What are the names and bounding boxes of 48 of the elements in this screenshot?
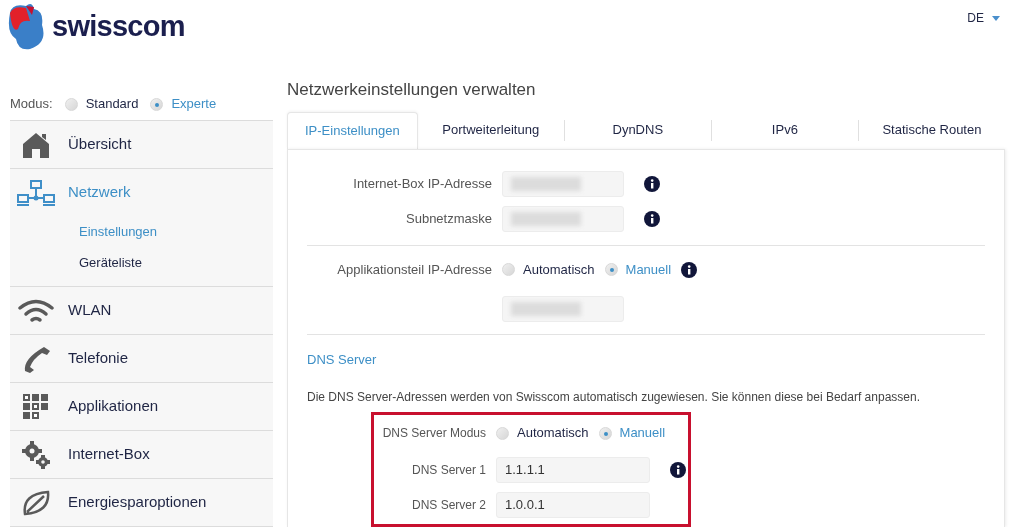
leaf-icon (22, 489, 50, 516)
language-selector[interactable]: DE (967, 9, 1000, 27)
field-label: DNS Server Modus (381, 425, 486, 442)
radio-button[interactable] (150, 97, 164, 111)
brand-name: swisscom (52, 9, 185, 45)
input-field[interactable] (502, 205, 624, 232)
section-heading: DNS Server (307, 350, 378, 369)
input-field[interactable]: 1.0.0.1 (496, 492, 650, 518)
tab[interactable]: IP-Einstellungen (287, 111, 418, 149)
description-text: Die DNS Server-Adressen werden von Swisscom automatisch zugewiesen. Sie können diese bei Bedarf anpassen. (307, 389, 921, 406)
radio-button[interactable] (604, 263, 618, 276)
wifi-icon (18, 298, 54, 323)
radio-button[interactable] (598, 426, 612, 440)
nav-item[interactable]: Übersicht (10, 121, 273, 168)
nav-item[interactable]: Energiesparoptionen (10, 479, 273, 526)
radio-label[interactable]: Automatisch (523, 259, 595, 280)
nav-item[interactable]: Telefonie (10, 335, 273, 382)
nav-item[interactable]: Internet-Box (10, 431, 273, 478)
radio-button[interactable] (502, 263, 515, 276)
radio-label[interactable]: Manuell (625, 259, 672, 280)
network-icon (17, 179, 55, 206)
mode-label: Modus: (10, 95, 53, 114)
nav-item[interactable]: Applikationen (10, 383, 273, 430)
radio-label[interactable]: Experte (171, 94, 217, 114)
radio-label[interactable]: Manuell (619, 423, 666, 443)
radio-label[interactable]: Standard (85, 94, 139, 114)
tab[interactable]: DynDNS (564, 111, 711, 149)
input-field[interactable]: 1.1.1.1 (496, 457, 650, 483)
tab[interactable]: Portweiterleitung (417, 111, 564, 149)
house-icon (22, 131, 50, 158)
input-field[interactable] (502, 170, 624, 197)
nav-subitem[interactable]: Geräteliste (10, 247, 273, 278)
nav-item[interactable]: WLAN (10, 287, 273, 334)
gears-icon (22, 440, 50, 469)
app-grid-icon (23, 393, 49, 420)
tab[interactable]: Statische Routen (858, 111, 1005, 149)
field-label: Internet-Box IP-Adresse (352, 174, 492, 193)
caret-icon (992, 15, 1000, 21)
input-field[interactable] (502, 295, 624, 322)
radio-button[interactable] (496, 426, 509, 440)
field-label: Subnetzmaske (405, 209, 492, 228)
tab[interactable]: IPv6 (711, 111, 858, 149)
page-title: Netzwerkeinstellungen verwalten (287, 79, 537, 100)
field-label: DNS Server 1 (410, 462, 486, 479)
radio-label[interactable]: Automatisch (517, 423, 589, 443)
field-label: Applikationsteil IP-Adresse (336, 260, 492, 279)
radio-button[interactable] (64, 97, 78, 111)
field-label: DNS Server 2 (410, 497, 486, 514)
